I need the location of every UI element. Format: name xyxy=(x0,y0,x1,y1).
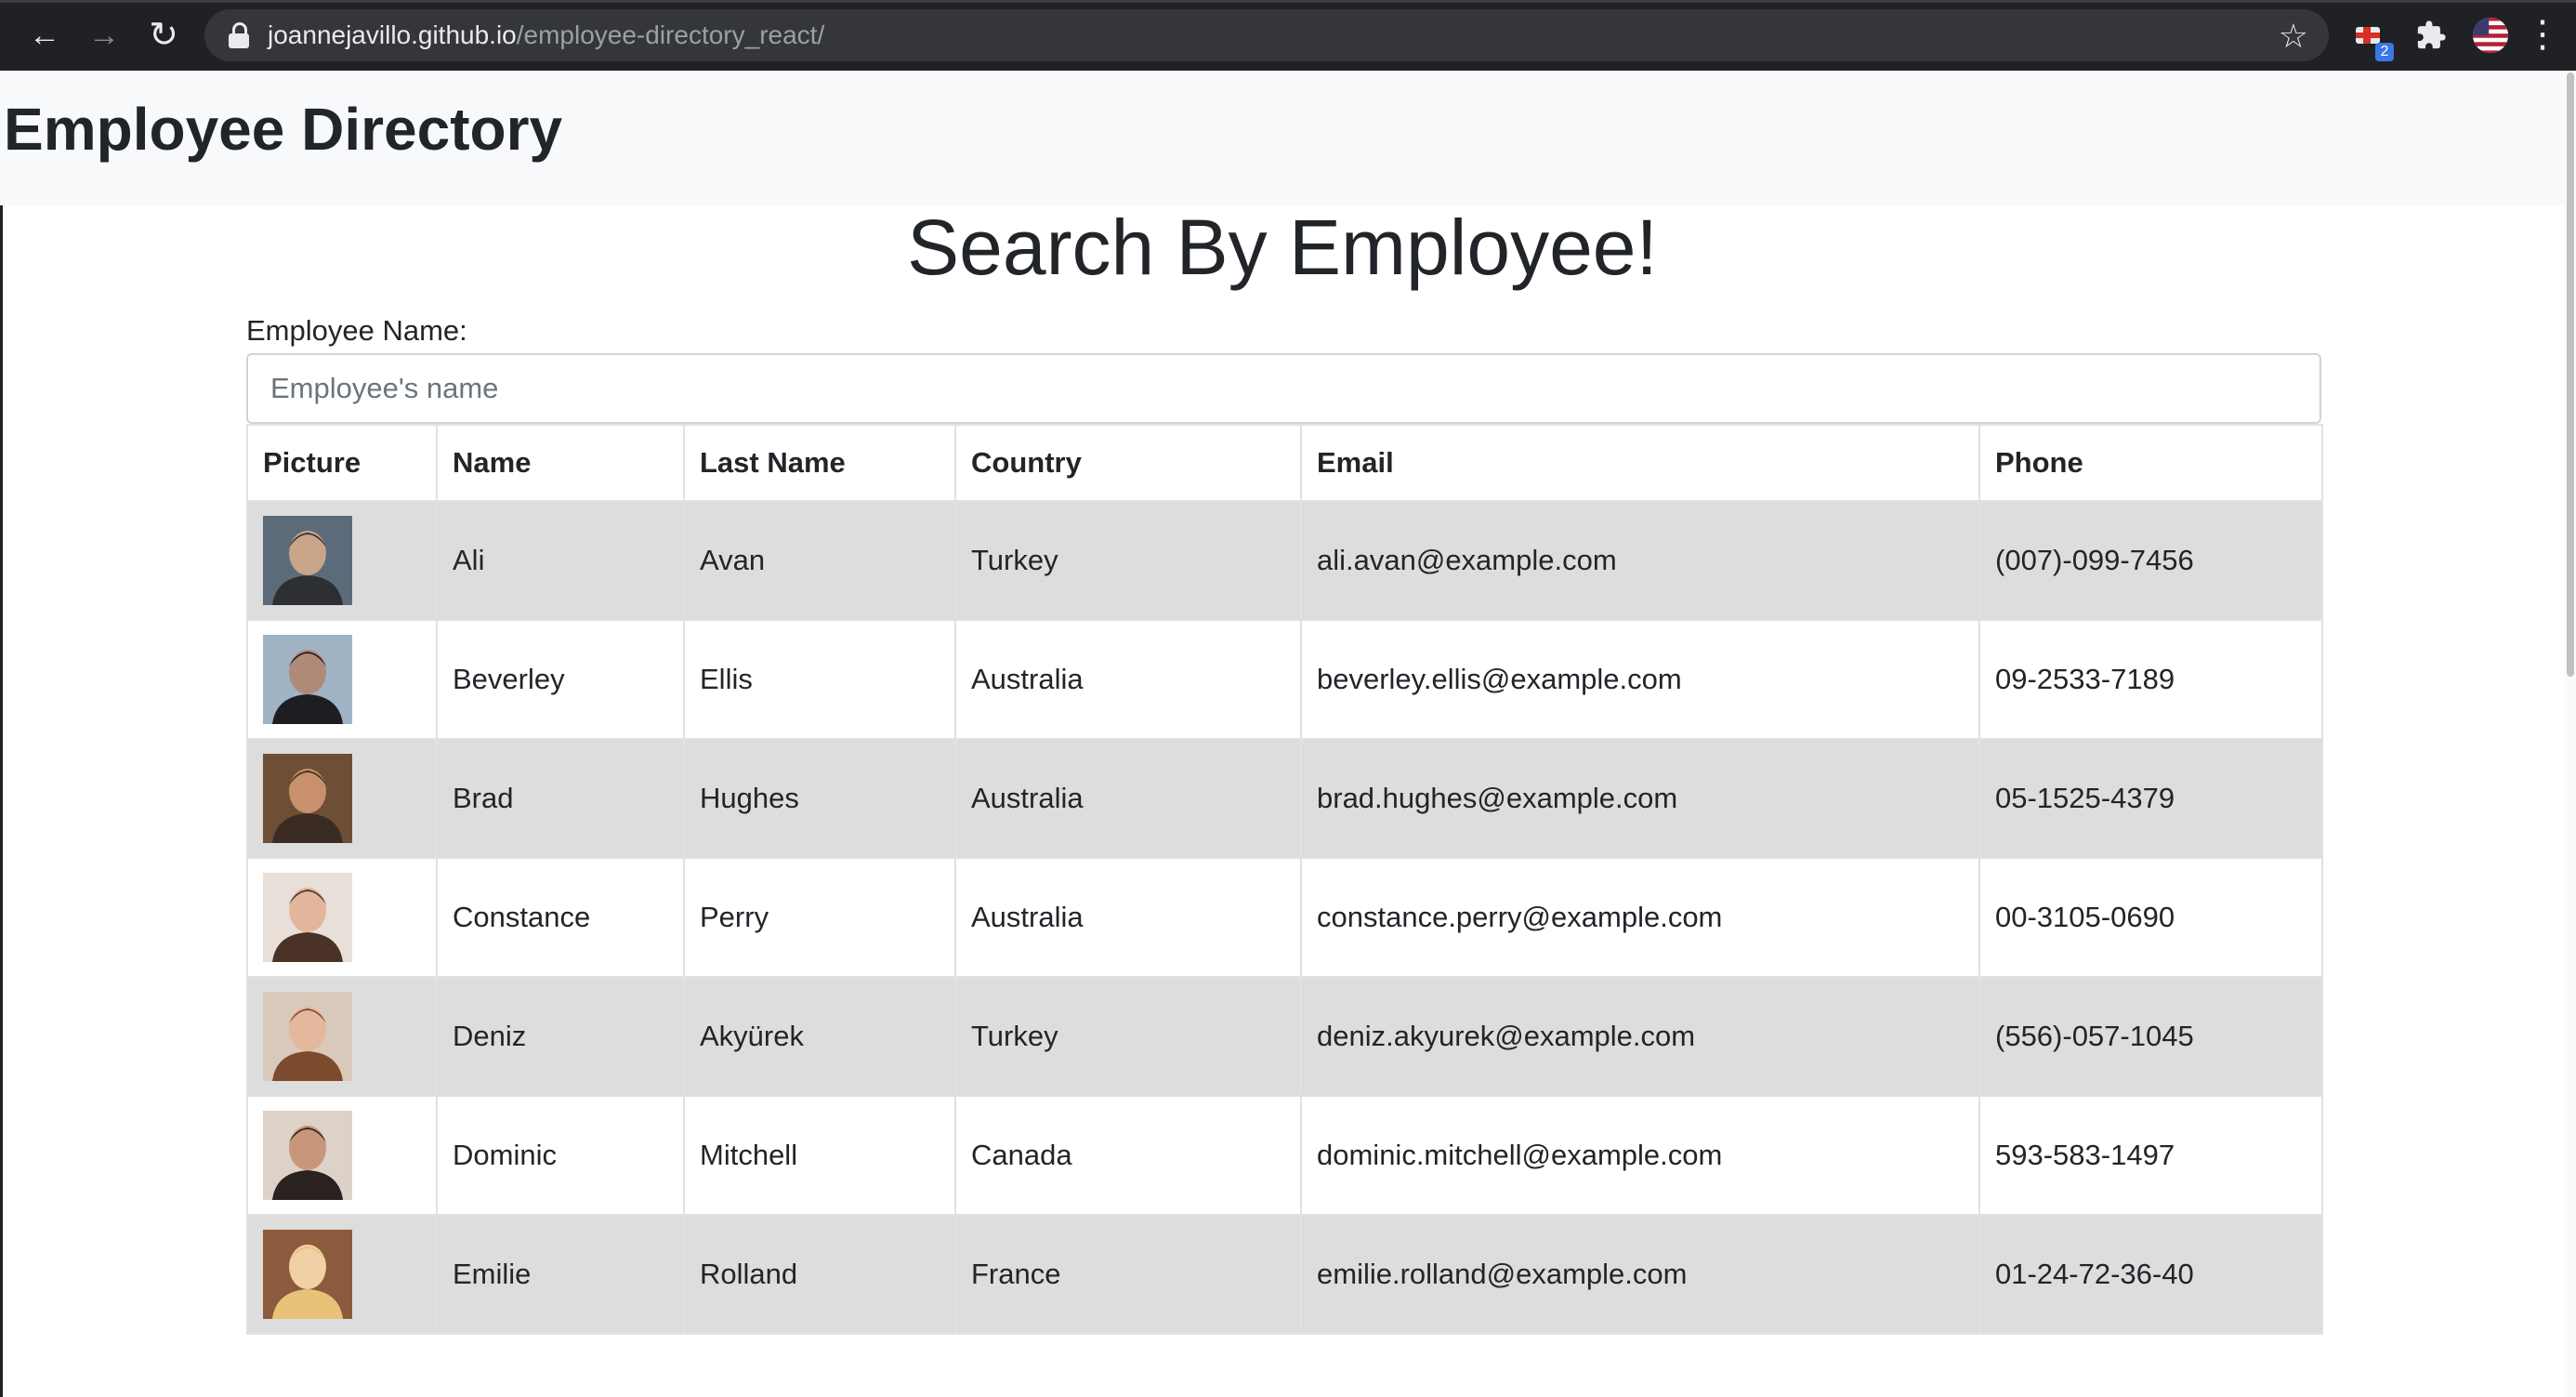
employee-phone: 09-2533-7189 xyxy=(1978,619,2323,740)
employee-first-name: Deniz xyxy=(436,976,685,1097)
employee-last-name: Rolland xyxy=(683,1214,956,1335)
page-scrollbar[interactable] xyxy=(2565,71,2576,1397)
employee-country: Turkey xyxy=(954,500,1302,621)
employee-email: emilie.rolland@example.com xyxy=(1300,1214,1980,1335)
employee-first-name: Brad xyxy=(436,738,685,859)
employee-country: Australia xyxy=(954,857,1302,978)
bookmark-star-icon[interactable]: ☆ xyxy=(2279,17,2308,56)
employee-email: dominic.mitchell@example.com xyxy=(1300,1095,1980,1216)
employee-first-name: Emilie xyxy=(436,1214,685,1335)
extension-badge: 2 xyxy=(2375,43,2394,61)
employee-photo xyxy=(263,754,352,843)
column-header-email[interactable]: Email xyxy=(1300,424,1980,502)
column-header-country[interactable]: Country xyxy=(954,424,1302,502)
employee-photo xyxy=(263,635,352,724)
address-bar[interactable]: joannejavillo.github.io/employee-directo… xyxy=(204,9,2329,61)
employee-first-name: Beverley xyxy=(436,619,685,740)
employee-last-name: Akyürek xyxy=(683,976,956,1097)
employee-country: France xyxy=(954,1214,1302,1335)
employee-photo xyxy=(263,516,352,605)
url-path: /employee-directory_react/ xyxy=(516,20,825,49)
employee-email: deniz.akyurek@example.com xyxy=(1300,976,1980,1097)
extension-icon[interactable]: 2 xyxy=(2351,17,2394,61)
employee-search-input[interactable] xyxy=(246,353,2321,424)
employee-email: beverley.ellis@example.com xyxy=(1300,619,1980,740)
lock-icon[interactable] xyxy=(229,22,249,48)
employee-picture-cell xyxy=(246,500,438,621)
table-row: Beverley Ellis Australia beverley.ellis@exa… xyxy=(246,619,2323,740)
employee-name-label: Employee Name: xyxy=(246,314,467,347)
table-row: Dominic Mitchell Canada dominic.mitchell@ex… xyxy=(246,1095,2323,1216)
column-header-name[interactable]: Name xyxy=(436,424,685,502)
employee-photo xyxy=(263,992,352,1081)
employee-picture-cell xyxy=(246,976,438,1097)
reload-icon[interactable]: ↻ xyxy=(141,13,186,58)
employee-email: constance.perry@example.com xyxy=(1300,857,1980,978)
employee-last-name: Avan xyxy=(683,500,956,621)
employee-picture-cell xyxy=(246,1095,438,1216)
profile-avatar[interactable] xyxy=(2472,17,2509,54)
column-header-picture[interactable]: Picture xyxy=(246,424,438,502)
puzzle-extensions-icon[interactable] xyxy=(2412,17,2450,54)
employee-phone: (007)-099-7456 xyxy=(1978,500,2323,621)
column-header-phone[interactable]: Phone xyxy=(1978,424,2323,502)
employee-country: Canada xyxy=(954,1095,1302,1216)
browser-toolbar: ← → ↻ joannejavillo.github.io/employee-d… xyxy=(0,0,2576,71)
employee-picture-cell xyxy=(246,857,438,978)
employee-first-name: Ali xyxy=(436,500,685,621)
employee-phone: 01-24-72-36-40 xyxy=(1978,1214,2323,1335)
employee-country: Australia xyxy=(954,738,1302,859)
back-icon[interactable]: ← xyxy=(22,13,67,58)
table-row: Constance Perry Australia constance.perry@e… xyxy=(246,857,2323,978)
table-row: Emilie Rolland France emilie.rolland@exampl… xyxy=(246,1214,2323,1335)
employee-last-name: Perry xyxy=(683,857,956,978)
table-row: Brad Hughes Australia brad.hughes@example.c… xyxy=(246,738,2323,859)
forward-icon[interactable]: → xyxy=(82,13,126,58)
kebab-menu-icon[interactable]: ⋮ xyxy=(2524,13,2561,56)
navbar: Employee Directory xyxy=(0,71,2576,205)
employee-picture-cell xyxy=(246,1214,438,1335)
employee-photo xyxy=(263,1230,352,1319)
employee-table: Picture Name Last Name Country Email Pho… xyxy=(246,424,2323,1335)
employee-photo xyxy=(263,1111,352,1200)
employee-last-name: Ellis xyxy=(683,619,956,740)
employee-last-name: Hughes xyxy=(683,738,956,859)
app-title: Employee Directory xyxy=(4,96,563,163)
employee-phone: 00-3105-0690 xyxy=(1978,857,2323,978)
employee-first-name: Dominic xyxy=(436,1095,685,1216)
search-heading: Search By Employee! xyxy=(907,204,1658,291)
url-host: joannejavillo.github.io xyxy=(268,20,517,49)
employee-phone: (556)-057-1045 xyxy=(1978,976,2323,1097)
employee-country: Australia xyxy=(954,619,1302,740)
scrollbar-thumb[interactable] xyxy=(2567,72,2574,677)
table-header-row: Picture Name Last Name Country Email Pho… xyxy=(246,424,2323,502)
table-row: Ali Avan Turkey ali.avan@example.com (007)-0… xyxy=(246,500,2323,621)
employee-last-name: Mitchell xyxy=(683,1095,956,1216)
employee-email: ali.avan@example.com xyxy=(1300,500,1980,621)
employee-country: Turkey xyxy=(954,976,1302,1097)
column-header-last-name[interactable]: Last Name xyxy=(683,424,956,502)
employee-email: brad.hughes@example.com xyxy=(1300,738,1980,859)
table-row: Deniz Akyürek Turkey deniz.akyurek@example.… xyxy=(246,976,2323,1097)
employee-photo xyxy=(263,873,352,962)
employee-picture-cell xyxy=(246,738,438,859)
employee-phone: 593-583-1497 xyxy=(1978,1095,2323,1216)
employee-first-name: Constance xyxy=(436,857,685,978)
employee-phone: 05-1525-4379 xyxy=(1978,738,2323,859)
tab-strip-edge xyxy=(0,0,2576,3)
employee-picture-cell xyxy=(246,619,438,740)
